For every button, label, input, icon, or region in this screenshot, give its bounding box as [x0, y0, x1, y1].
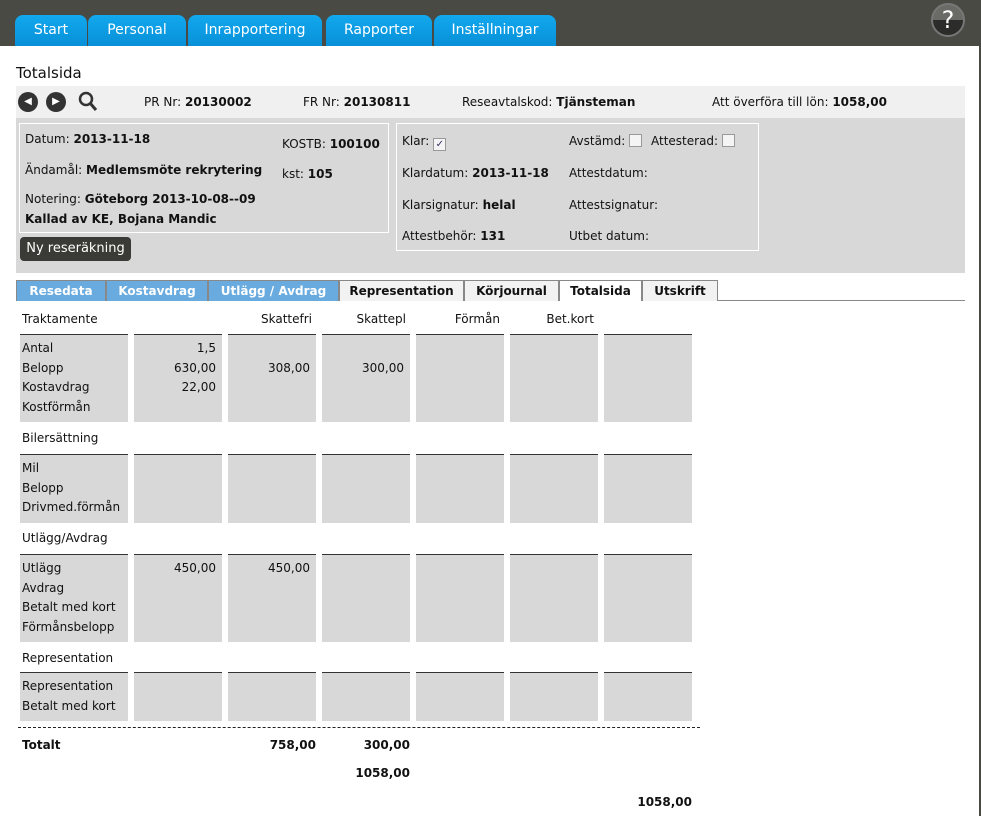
tab-utskrift[interactable]: Utskrift	[642, 280, 718, 301]
value-cell	[604, 334, 692, 422]
help-icon[interactable]: ?	[931, 3, 965, 37]
value-cell	[134, 454, 222, 523]
row-label: Utlägg	[22, 561, 62, 575]
value-cell	[134, 672, 222, 721]
section-title: Traktamente	[22, 312, 98, 326]
row-value: 450,00	[268, 561, 310, 575]
value-cell	[322, 454, 410, 523]
nav-tab-inställningar[interactable]: Inställningar	[434, 15, 556, 46]
value-cell	[228, 672, 316, 721]
info-bar: ◀ ▶ PR Nr: 20130002 FR Nr: 20130811 Rese…	[16, 86, 965, 118]
search-icon[interactable]	[78, 91, 98, 113]
nav-tab-start[interactable]: Start	[15, 15, 87, 46]
value-cell	[416, 454, 504, 523]
value-cell	[322, 334, 410, 422]
tab-utlägg-avdrag[interactable]: Utlägg / Avdrag	[208, 280, 339, 301]
avstamd-checkbox[interactable]	[629, 134, 643, 147]
row-label: Kostavdrag	[22, 380, 90, 394]
tab-kostavdrag[interactable]: Kostavdrag	[106, 280, 208, 301]
row-value: 308,00	[268, 360, 310, 375]
row-value: 630,00	[174, 360, 216, 375]
row-label: Representation	[22, 679, 114, 693]
column-header: Bet.kort	[546, 312, 594, 326]
row-label: Betalt med kort	[22, 600, 116, 614]
nav-tab-personal[interactable]: Personal	[88, 15, 186, 46]
new-travel-expense-button[interactable]: Ny reseräkning	[20, 237, 131, 261]
pr-number: PR Nr: 20130002	[144, 95, 252, 109]
row-value: 22,00	[181, 380, 216, 394]
next-icon[interactable]: ▶	[46, 92, 66, 112]
value-cell	[510, 454, 598, 523]
row-value: 450,00	[174, 561, 216, 575]
total-skattepl: 300,00	[363, 738, 410, 752]
status-box: Klar: ✓ Avstämd: Attesterad: Klardatum: 2…	[396, 123, 759, 251]
value-cell	[228, 334, 316, 422]
klar-checkbox[interactable]: ✓	[433, 138, 447, 151]
row-label: Förmånsbelopp	[22, 619, 115, 634]
row-label: Mil	[22, 461, 40, 475]
value-cell	[510, 554, 598, 642]
row-value: 1,5	[196, 341, 216, 355]
value-cell	[322, 672, 410, 721]
value-cell	[416, 334, 504, 422]
trip-info-box: Datum: 2013-11-18 Ändamål: Medlemsmöte r…	[19, 123, 389, 233]
att-overfora: Att överföra till lön: 1058,00	[712, 95, 887, 109]
row-label: Drivmed.förmån	[22, 500, 121, 514]
page-title: Totalsida	[16, 64, 82, 82]
total-sum: 1058,00	[355, 766, 410, 780]
value-cell	[604, 672, 692, 721]
row-label: Antal	[22, 341, 54, 355]
value-cell	[416, 672, 504, 721]
value-cell	[228, 454, 316, 523]
value-cell	[604, 454, 692, 523]
value-cell	[604, 554, 692, 642]
column-header: Förmån	[454, 312, 500, 326]
fr-number: FR Nr: 20130811	[303, 95, 411, 109]
reseavtalskod: Reseavtalskod: Tjänsteman	[462, 95, 636, 109]
section-title: Representation	[22, 651, 114, 665]
row-value: 300,00	[362, 360, 404, 375]
section-title: Utlägg/Avdrag	[22, 531, 108, 545]
tab-totalsida[interactable]: Totalsida	[559, 280, 642, 301]
row-label: Belopp	[22, 480, 64, 495]
row-label: Belopp	[22, 360, 64, 375]
tab-körjournal[interactable]: Körjournal	[464, 280, 559, 301]
attesterad-checkbox[interactable]	[722, 134, 736, 147]
section-title: Bilersättning	[22, 431, 99, 445]
value-cell	[510, 334, 598, 422]
row-label: Betalt med kort	[22, 698, 116, 713]
value-cell	[322, 554, 410, 642]
tab-resedata[interactable]: Resedata	[16, 280, 106, 301]
value-cell	[510, 672, 598, 721]
nav-tab-rapporter[interactable]: Rapporter	[326, 15, 432, 46]
nav-tab-inrapportering[interactable]: Inrapportering	[188, 15, 322, 46]
total-label: Totalt	[22, 738, 61, 752]
details-panel: Datum: 2013-11-18 Ändamål: Medlemsmöte r…	[16, 118, 965, 273]
row-label: Avdrag	[22, 580, 65, 595]
tab-representation[interactable]: Representation	[339, 280, 464, 301]
column-header: Skattepl	[356, 312, 406, 326]
column-header: Skattefri	[261, 312, 312, 326]
total-skattefri: 758,00	[269, 738, 316, 752]
grand-total: 1058,00	[637, 795, 692, 809]
divider	[18, 727, 700, 728]
row-label: Kostförmån	[22, 399, 91, 414]
previous-icon[interactable]: ◀	[18, 92, 38, 112]
value-cell	[416, 554, 504, 642]
